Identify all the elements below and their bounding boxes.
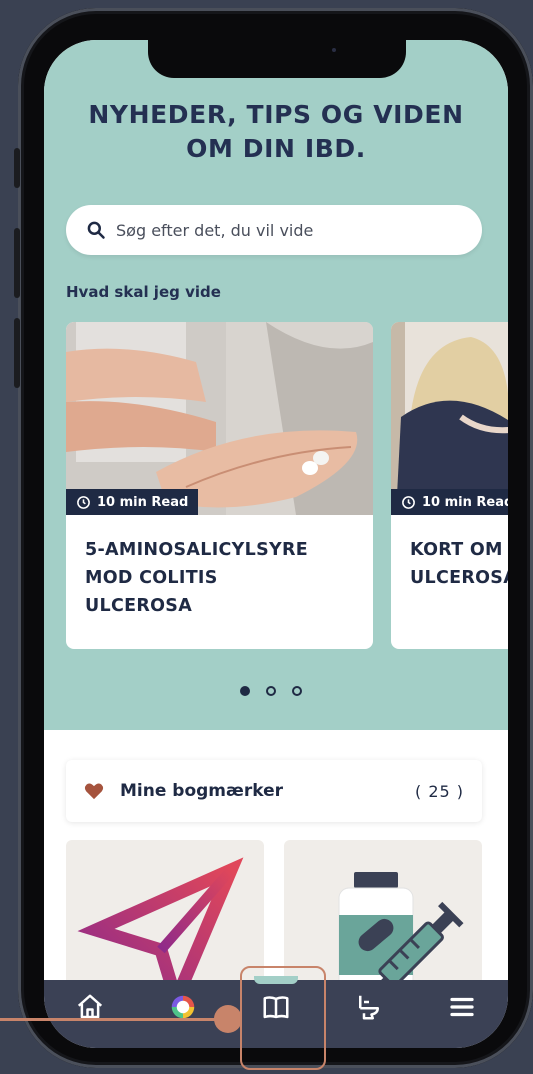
callout-dot: [214, 1005, 242, 1033]
active-tab-indicator: [253, 976, 298, 984]
search-input[interactable]: [116, 220, 456, 240]
page-title: NYHEDER, TIPS OG VIDEN OM DIN IBD.: [88, 100, 464, 163]
search-bar[interactable]: [66, 205, 482, 255]
clock-icon: [402, 495, 415, 509]
hero-section: NYHEDER, TIPS OG VIDEN OM DIN IBD. Hvad …: [44, 40, 508, 730]
bookmarks-label: Mine bogmærker: [120, 781, 283, 801]
article-card[interactable]: 10 min Read KORT OM ULCEROSA: [391, 322, 508, 649]
article-title: 5-AMINOSALICYLSYRE MOD COLITIS ULCEROSA: [85, 540, 309, 616]
carousel-dot[interactable]: [240, 686, 250, 696]
bookmarks-count: ( 25 ): [414, 781, 464, 801]
search-icon: [87, 221, 105, 239]
phone-notch: [148, 40, 406, 78]
read-time-badge: 10 min Read: [391, 489, 508, 515]
clock-icon: [77, 495, 90, 509]
bookmarks-row[interactable]: Mine bogmærker ( 25 ): [66, 760, 482, 822]
paper-plane-icon: [77, 857, 244, 1000]
tab-toilet[interactable]: [344, 982, 394, 1032]
read-time-badge: 10 min Read: [66, 489, 199, 515]
tab-color-wheel[interactable]: [158, 982, 208, 1032]
toilet-icon: [358, 995, 379, 1020]
callout-line: [0, 1018, 222, 1021]
bottom-tab-bar: [44, 976, 508, 1048]
menu-icon: [449, 997, 474, 1017]
app-screen: NYHEDER, TIPS OG VIDEN OM DIN IBD. Hvad …: [44, 40, 508, 1048]
book-icon: [263, 996, 289, 1019]
read-time-label: 10 min Read: [422, 494, 508, 510]
medicine-syringe-icon: [338, 872, 464, 1000]
read-time-label: 10 min Read: [97, 494, 189, 510]
carousel-dot[interactable]: [266, 686, 276, 696]
tab-home[interactable]: [65, 982, 115, 1032]
article-card[interactable]: 10 min Read 5-AMINOSALICYLSYRE MOD COLIT…: [66, 322, 373, 649]
tab-menu[interactable]: [437, 982, 487, 1032]
carousel-dot[interactable]: [292, 686, 302, 696]
heart-icon: [84, 783, 104, 800]
section-heading: Hvad skal jeg vide: [66, 283, 221, 301]
bookmark-tile[interactable]: [284, 840, 482, 1000]
carousel-pagination: [240, 686, 302, 696]
tab-library[interactable]: [251, 976, 301, 1032]
article-image: [66, 322, 373, 515]
article-title: KORT OM ULCEROSA: [410, 540, 508, 588]
bookmark-tile[interactable]: [66, 840, 264, 1000]
article-image: [391, 322, 508, 515]
